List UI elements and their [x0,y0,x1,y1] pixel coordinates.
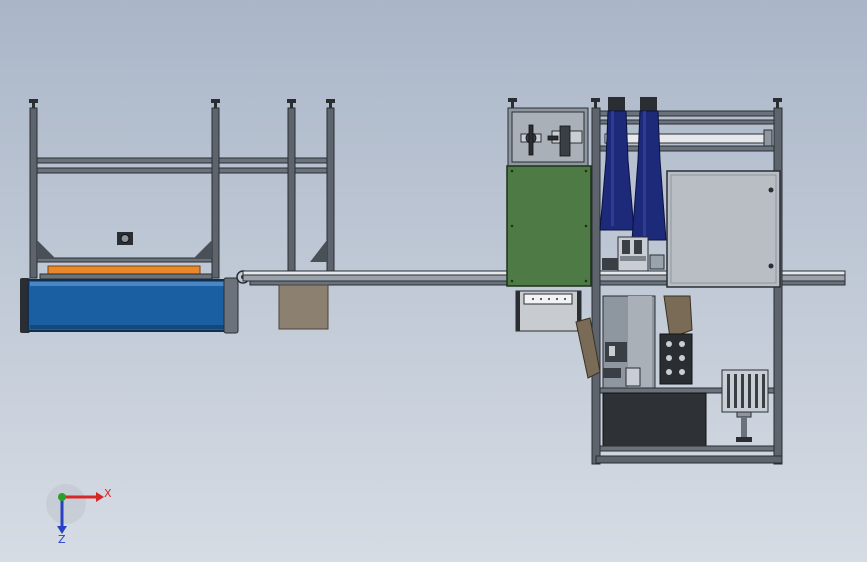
left-frame [29,99,335,280]
left-frame-rails [36,157,328,263]
horizontal-tube [604,133,771,144]
control-panel [659,333,693,385]
cylinder-cap-1 [608,97,625,111]
sensor-icon [117,232,133,245]
cad-assembly-drawing: X Z [20,97,846,546]
x-axis-label: X [104,487,112,500]
x-axis-arrowhead [96,492,104,502]
y-axis-dot [58,493,66,501]
navy-cylinders [599,110,667,241]
z-axis-label: Z [58,533,66,546]
finned-heat-sink [721,369,769,442]
cad-viewport[interactable]: X Z [0,0,867,562]
valve-cluster [602,236,665,272]
left-frame-posts [29,107,335,279]
black-equipment-block [602,392,707,447]
electrical-cabinet [666,170,781,288]
orange-heating-strip [47,265,201,275]
blue-conveyor-housing [20,277,239,334]
lower-assembly [575,295,783,464]
green-station [506,98,592,332]
tan-collection-box [278,284,329,330]
cylinder-cap-2 [640,97,657,111]
leveling-feet-left [29,99,335,108]
axis-triad: X Z [46,484,112,546]
